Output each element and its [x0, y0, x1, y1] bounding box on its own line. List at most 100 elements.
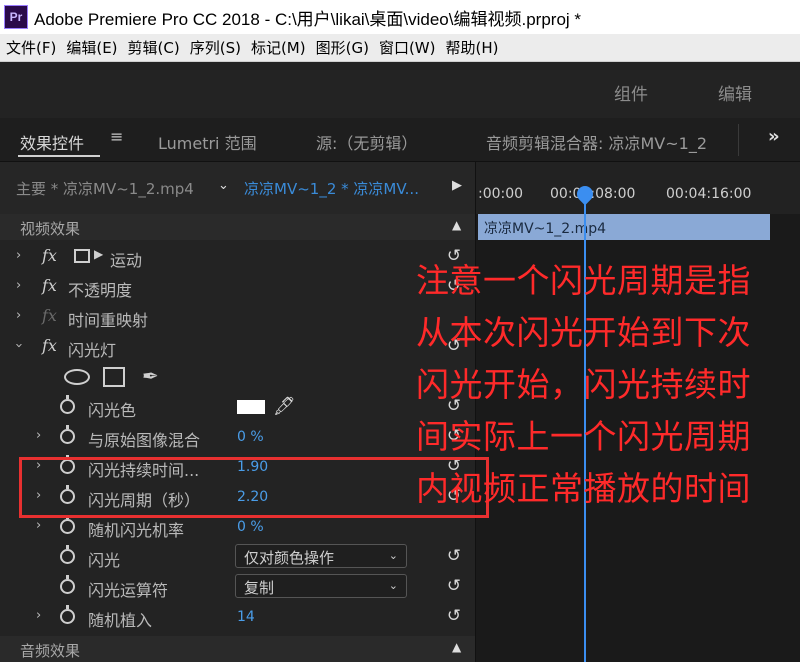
stopwatch-icon[interactable] — [60, 605, 75, 624]
title-bar: Pr Adobe Premiere Pro CC 2018 - C:\用户\li… — [0, 0, 800, 34]
workspace-editing[interactable]: 编辑 — [718, 80, 752, 105]
menu-window[interactable]: 窗口(W) — [379, 37, 436, 58]
flash-mode-select[interactable]: 仅对颜色操作 ⌄ — [235, 544, 407, 568]
fx-icon[interactable]: fx — [42, 336, 57, 355]
panel-tab-bar: 效果控件 ≡ Lumetri 范围 源:（无剪辑） 音频剪辑混合器: 凉凉MV~… — [0, 118, 800, 162]
menu-sequence[interactable]: 序列(S) — [190, 37, 241, 58]
ellipse-mask-icon[interactable] — [64, 369, 90, 385]
time-ruler[interactable]: :00:00 00:00:08:00 00:04:16:00 — [476, 162, 800, 214]
stopwatch-icon[interactable] — [60, 425, 75, 444]
chevron-right-icon[interactable]: › — [16, 248, 21, 263]
clip-bar[interactable]: 凉凉MV~1_2.mp4 — [478, 214, 770, 240]
master-clip-label[interactable]: 主要 * 凉凉MV~1_2.mp4 — [16, 178, 194, 199]
effect-name: 运动 — [110, 251, 143, 270]
more-tabs-icon[interactable]: » — [768, 126, 780, 147]
tab-source[interactable]: 源:（无剪辑） — [316, 130, 417, 154]
chevron-down-icon: ⌄ — [388, 579, 398, 592]
effect-controls-panel: 主要 * 凉凉MV~1_2.mp4 ⌄ 凉凉MV~1_2 * 凉凉MV... ▶… — [0, 162, 475, 662]
flash-mode-selected: 仅对颜色操作 — [244, 549, 335, 567]
blend-value[interactable]: 0 % — [237, 429, 264, 445]
video-effects-label: 视频效果 — [20, 220, 81, 238]
effect-name: 时间重映射 — [68, 311, 149, 330]
workspace-assembly[interactable]: 组件 — [614, 80, 648, 105]
param-name: 随机植入 — [88, 611, 153, 630]
audio-effects-label: 音频效果 — [20, 642, 81, 660]
reset-icon[interactable]: ↺ — [444, 576, 464, 596]
param-name: 随机闪光机率 — [88, 521, 185, 540]
random-probability-value[interactable]: 0 % — [237, 519, 264, 535]
tab-separator — [738, 124, 739, 156]
reset-icon[interactable]: ↺ — [444, 606, 464, 626]
collapse-up-icon[interactable]: ▲ — [452, 218, 461, 232]
chevron-down-icon: ⌄ — [388, 549, 398, 562]
effect-row-time-remap[interactable]: › fx 时间重映射 — [0, 302, 475, 332]
collapse-up-icon[interactable]: ▲ — [452, 640, 461, 654]
rectangle-mask-icon[interactable] — [103, 367, 125, 387]
chevron-right-icon[interactable]: › — [16, 308, 21, 323]
transform-icon[interactable] — [74, 249, 90, 263]
flash-operator-selected: 复制 — [244, 579, 275, 597]
tab-effect-controls[interactable]: 效果控件 — [20, 130, 84, 154]
param-name: 闪光色 — [88, 401, 137, 420]
pen-mask-icon[interactable]: ✒ — [142, 364, 159, 388]
clip-selector-row: 主要 * 凉凉MV~1_2.mp4 ⌄ 凉凉MV~1_2 * 凉凉MV... ▶ — [0, 162, 475, 214]
menu-bar: 文件(F) 编辑(E) 剪辑(C) 序列(S) 标记(M) 图形(G) 窗口(W… — [0, 34, 800, 62]
effect-row-strobe[interactable]: › fx 闪光灯 ↺ — [0, 332, 475, 362]
eyedropper-icon[interactable]: 🖋 — [273, 396, 296, 417]
workspace-bar: 组件 编辑 — [0, 62, 800, 118]
annotation-line: 内视频正常播放的时间 — [416, 469, 751, 508]
effect-row-opacity[interactable]: › fx 不透明度 ↺ — [0, 272, 475, 302]
stopwatch-icon[interactable] — [60, 575, 75, 594]
menu-help[interactable]: 帮助(H) — [445, 37, 498, 58]
menu-clip[interactable]: 剪辑(C) — [128, 37, 180, 58]
flash-operator-select[interactable]: 复制 ⌄ — [235, 574, 407, 598]
annotation-text: 注意一个闪光周期是指 从本次闪光开始到下次 闪光开始，闪光持续时 间实际上一个闪… — [416, 255, 800, 515]
fx-icon[interactable]: fx — [42, 246, 57, 265]
active-tab-underline — [18, 155, 100, 157]
sequence-clip-label[interactable]: 凉凉MV~1_2 * 凉凉MV... — [244, 178, 419, 199]
audio-effects-header: 音频效果 ▲ — [0, 636, 475, 662]
stopwatch-icon[interactable] — [60, 395, 75, 414]
color-swatch[interactable] — [237, 400, 265, 414]
menu-edit[interactable]: 编辑(E) — [66, 37, 117, 58]
ruler-tick-label: 00:04:16:00 — [666, 186, 752, 202]
param-name: 闪光 — [88, 551, 121, 570]
menu-file[interactable]: 文件(F) — [6, 37, 56, 58]
clip-name: 凉凉MV~1_2.mp4 — [484, 221, 607, 237]
chevron-down-icon[interactable]: › — [11, 343, 26, 348]
stopwatch-icon[interactable] — [60, 515, 75, 534]
param-row-blend: › 与原始图像混合 0 % ↺ — [0, 422, 475, 452]
annotation-line: 间实际上一个闪光周期 — [416, 417, 751, 456]
chevron-right-icon[interactable]: › — [36, 608, 41, 623]
play-icon[interactable]: ▶ — [452, 178, 462, 193]
stopwatch-icon[interactable] — [60, 545, 75, 564]
fx-icon: fx — [42, 306, 57, 325]
effect-name: 闪光灯 — [68, 341, 117, 360]
annotation-line: 注意一个闪光周期是指 — [416, 261, 751, 300]
chevron-right-icon[interactable]: › — [36, 518, 41, 533]
tab-lumetri-scopes[interactable]: Lumetri 范围 — [158, 130, 257, 154]
menu-markers[interactable]: 标记(M) — [251, 37, 306, 58]
effect-name: 不透明度 — [68, 281, 133, 300]
param-row-flash: 闪光 仅对颜色操作 ⌄ ↺ — [0, 542, 475, 572]
annotation-line: 闪光开始，闪光持续时 — [416, 365, 751, 404]
reset-icon[interactable]: ↺ — [444, 546, 464, 566]
premiere-app-icon: Pr — [4, 5, 28, 29]
menu-graphics[interactable]: 图形(G) — [316, 37, 369, 58]
chevron-down-icon[interactable]: ⌄ — [218, 178, 229, 193]
effect-row-motion[interactable]: › fx ▶ 运动 ↺ — [0, 242, 475, 272]
play-icon: ▶ — [94, 247, 104, 261]
param-name: 与原始图像混合 — [88, 431, 201, 450]
ruler-tick-label: :00:00 — [478, 186, 524, 202]
mask-tools-row: ✒ — [0, 362, 475, 392]
param-row-random-seed: › 随机植入 14 ↺ — [0, 602, 475, 632]
tab-audio-clip-mixer[interactable]: 音频剪辑混合器: 凉凉MV~1_2 — [486, 130, 707, 154]
fx-icon[interactable]: fx — [42, 276, 57, 295]
video-effects-header: 视频效果 ▲ — [0, 214, 475, 240]
annotation-line: 从本次闪光开始到下次 — [416, 313, 751, 352]
panel-menu-icon[interactable]: ≡ — [110, 127, 123, 146]
random-seed-value[interactable]: 14 — [237, 609, 255, 625]
chevron-right-icon[interactable]: › — [16, 278, 21, 293]
chevron-right-icon[interactable]: › — [36, 428, 41, 443]
param-row-operator: 闪光运算符 复制 ⌄ ↺ — [0, 572, 475, 602]
